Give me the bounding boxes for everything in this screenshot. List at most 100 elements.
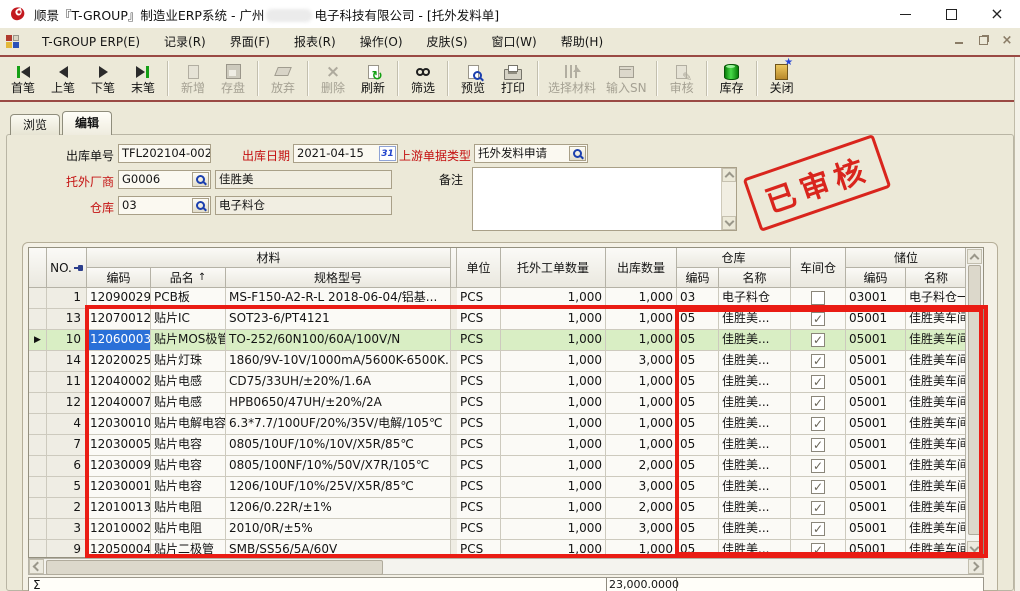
header-out-qty[interactable]: 出库数量 [606,248,677,288]
header-loc-code[interactable]: 编码 [846,268,906,288]
scroll-down-button[interactable] [722,216,736,230]
header-loc-name[interactable]: 名称 [906,268,967,288]
cell-wh-name: 佳胜美... [719,330,791,351]
scroll-left-button[interactable] [29,559,44,574]
remark-textarea[interactable] [472,167,737,231]
close-button[interactable]: × [974,0,1020,28]
calendar-button[interactable]: 31 [379,146,396,161]
workshop-checkbox[interactable] [811,543,825,557]
table-row[interactable]: 13 12070012 贴片IC SOT23-6/PT4121 PCS 1,00… [29,309,967,330]
warehouse-label: 仓库 [36,199,114,216]
menu-tgroup-erp[interactable]: T-GROUP ERP(E) [30,32,152,52]
cell-wo-qty: 1,000 [501,288,606,309]
table-row[interactable]: 9 12050004 贴片二极管 SMB/SS56/5A/60V PCS 1,0… [29,540,967,558]
header-unit[interactable]: 单位 [457,248,501,288]
doc-date-field[interactable]: 2021-04-15 31 [293,144,398,163]
table-row[interactable]: 3 12010002 贴片电阻 2010/0R/±5% PCS 1,000 3,… [29,519,967,540]
refresh-button[interactable]: ↻刷新 [353,58,393,99]
last-record-button[interactable]: 末笔 [123,58,163,99]
grid-vertical-scrollbar[interactable] [965,248,983,557]
mdi-minimize-button[interactable] [952,33,966,47]
horizontal-scroll-thumb[interactable] [46,560,383,575]
menu-window[interactable]: 窗口(W) [480,30,549,53]
table-row[interactable]: 12 12040007 贴片电感 HPB0650/47UH/±20%/2A PC… [29,393,967,414]
vendor-code-field[interactable]: G0006 [118,170,211,189]
maximize-button[interactable] [928,0,974,28]
header-spec[interactable]: 规格型号 [226,268,451,288]
cell-wh-code: 05 [677,393,719,414]
next-record-button[interactable]: 下笔 [83,58,123,99]
cell-wh-code: 05 [677,540,719,558]
system-menu-icon[interactable] [6,35,20,49]
filter-button[interactable]: 筛选 [403,58,443,99]
prev-record-button[interactable]: 上笔 [43,58,83,99]
menu-operate[interactable]: 操作(O) [348,30,415,53]
magnifier-icon [196,175,205,184]
warehouse-lookup-button[interactable] [192,198,209,213]
grid-horizontal-scrollbar[interactable] [28,558,984,575]
minimize-button[interactable] [882,0,928,28]
workshop-checkbox[interactable] [811,396,825,410]
close-form-button[interactable]: ★关闭 [762,58,802,99]
workshop-checkbox[interactable] [811,354,825,368]
tab-strip: 浏览 编辑 [10,111,114,135]
workshop-checkbox[interactable] [811,375,825,389]
table-row[interactable]: 7 12030005 贴片电容 0805/10UF/10%/10V/X5R/85… [29,435,967,456]
table-row[interactable]: 4 12030010 贴片电解电容 6.3*7.7/100UF/20%/35V/… [29,414,967,435]
workshop-checkbox[interactable] [811,333,825,347]
header-wh-code[interactable]: 编码 [677,268,719,288]
tab-browse[interactable]: 浏览 [10,114,60,135]
tab-edit[interactable]: 编辑 [62,111,112,135]
header-no[interactable]: NO. [47,248,87,288]
workshop-checkbox[interactable] [811,417,825,431]
table-row[interactable]: 6 12030009 贴片电容 0805/100NF/10%/50V/X7R/1… [29,456,967,477]
preview-button[interactable]: 预览 [453,58,493,99]
menu-record[interactable]: 记录(R) [152,30,218,53]
first-record-button[interactable]: 首笔 [3,58,43,99]
menu-help[interactable]: 帮助(H) [549,30,615,53]
cell-wo-qty: 1,000 [501,519,606,540]
cell-out-qty: 1,000 [606,288,677,309]
menu-skin[interactable]: 皮肤(S) [415,30,480,53]
inventory-button[interactable]: 库存 [712,58,752,99]
toolbar: 首笔 上笔 下笔 末笔 新增 存盘 放弃 ×删除 ↻刷新 筛选 预览 打印 选择… [0,57,1020,102]
cell-out-qty: 3,000 [606,519,677,540]
scroll-right-button[interactable] [968,559,983,574]
row-indicator [29,414,47,435]
workshop-checkbox[interactable] [811,480,825,494]
workshop-checkbox[interactable] [811,459,825,473]
scroll-up-button[interactable] [722,168,736,182]
workshop-checkbox[interactable] [811,312,825,326]
cell-no: 1 [47,288,87,309]
header-wo-qty[interactable]: 托外工单数量 [501,248,606,288]
print-button[interactable]: 打印 [493,58,533,99]
table-row[interactable]: 2 12010013 贴片电阻 1206/0.22R/±1% PCS 1,000… [29,498,967,519]
scroll-up-button[interactable] [967,249,982,264]
workshop-checkbox[interactable] [811,438,825,452]
upstream-lookup-button[interactable] [569,146,586,161]
table-row[interactable]: 1 12090029 PCB板 MS-F150-A2-R-L 2018-06-0… [29,288,967,309]
audit-pencil-icon: ✎ [676,62,687,81]
header-name[interactable]: 品名↑ [151,268,226,288]
scroll-down-button[interactable] [967,541,982,556]
table-row[interactable]: 5 12030001 贴片电容 1206/10UF/10%/25V/X5R/85… [29,477,967,498]
vendor-lookup-button[interactable] [192,172,209,187]
doc-no-field[interactable]: TFL202104-0022 [118,144,211,163]
warehouse-code-field[interactable]: 03 [118,196,211,215]
table-row[interactable]: 14 12020025 贴片灯珠 1860/9V-10V/1000mA/5600… [29,351,967,372]
workshop-checkbox[interactable] [811,501,825,515]
workshop-checkbox[interactable] [811,291,825,305]
upstream-type-field[interactable]: 托外发料申请 [474,144,588,163]
table-row[interactable]: 10 12060003 贴片MOS极管 TO-252/60N100/60A/10… [29,330,967,351]
workshop-checkbox[interactable] [811,522,825,536]
mdi-close-button[interactable]: × [1000,33,1014,47]
header-wh-name[interactable]: 名称 [719,268,791,288]
remark-scrollbar[interactable] [721,168,736,230]
menu-report[interactable]: 报表(R) [282,30,348,53]
table-row[interactable]: 11 12040002 贴片电感 CD75/33UH/±20%/1.6A PCS… [29,372,967,393]
header-workshop[interactable]: 车间仓 [791,248,846,288]
header-code[interactable]: 编码 [87,268,151,288]
mdi-restore-button[interactable] [976,33,990,47]
vertical-scroll-thumb[interactable] [968,265,981,535]
menu-interface[interactable]: 界面(F) [218,30,282,53]
